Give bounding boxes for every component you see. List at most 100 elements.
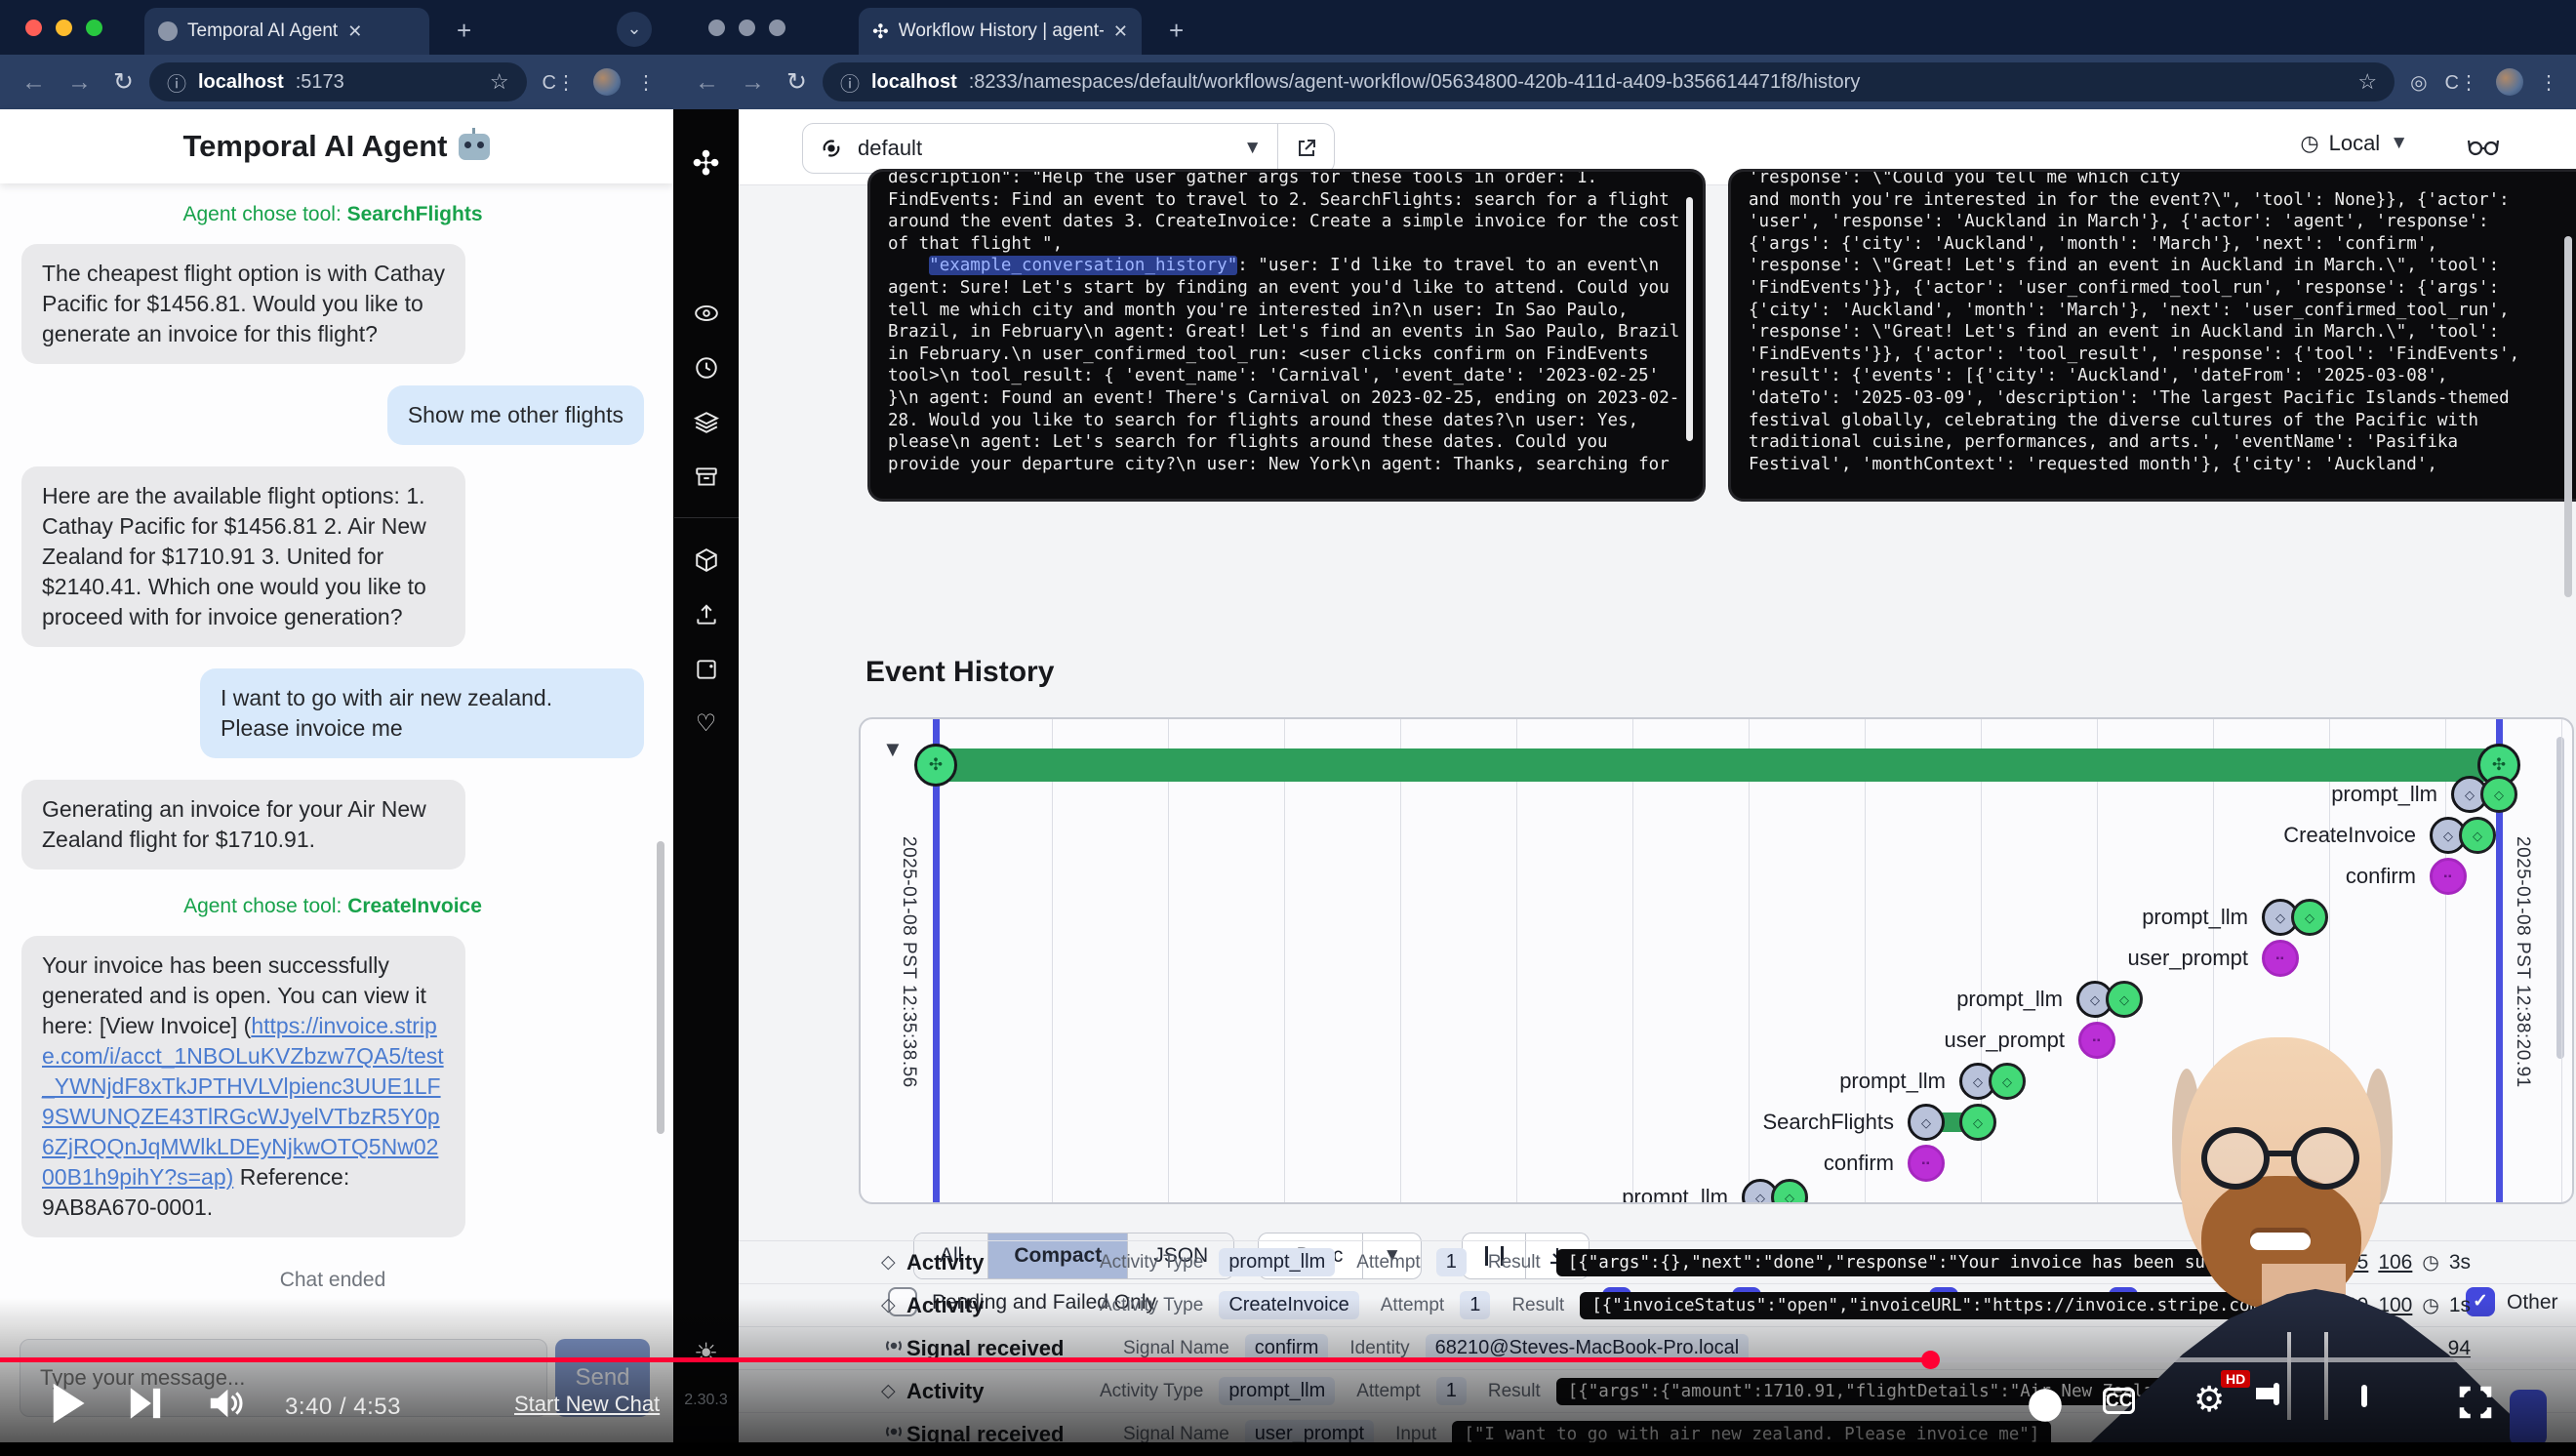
activity-completed-marker[interactable]: ◇ (1959, 1104, 1996, 1141)
agent-message[interactable]: Here are the available flight options: 1… (21, 466, 465, 647)
batch-operations-icon[interactable] (694, 410, 719, 435)
forward-button[interactable]: → (741, 68, 765, 97)
feedback-heart-icon[interactable]: ♡ (694, 711, 719, 737)
workflow-result-json-panel[interactable]: 'response': \"Could you tell me which ci… (1728, 169, 2576, 502)
start-new-chat-link[interactable]: Start New Chat (514, 1392, 660, 1417)
minimize-window-button[interactable] (56, 20, 72, 36)
activity-completed-marker[interactable]: ◇ (2480, 776, 2517, 813)
timeline-scrollbar[interactable] (2556, 737, 2564, 1059)
profile-avatar[interactable] (2496, 68, 2523, 96)
labs-mode-toggle[interactable] (2467, 131, 2500, 165)
collapse-timeline-icon[interactable]: ▼ (882, 737, 904, 762)
video-progress-handle[interactable] (1921, 1351, 1940, 1369)
namespaces-icon[interactable] (694, 547, 719, 573)
fullscreen-button[interactable] (2455, 1382, 2496, 1428)
close-window-button[interactable] (708, 20, 725, 36)
bookmark-star-icon[interactable]: ☆ (490, 69, 509, 95)
chevron-down-icon: ▼ (2390, 133, 2408, 154)
hd-badge: HD (2221, 1370, 2250, 1388)
code-line: tool>\n tool_result: { 'event_name': 'Ca… (888, 365, 1685, 387)
code-line: 'response': \"Great! Let's find an event… (1749, 255, 2576, 277)
activity-completed-marker[interactable]: ◇ (2106, 981, 2143, 1018)
close-tab-icon[interactable]: ✕ (1113, 21, 1128, 42)
captions-button[interactable]: CC (2103, 1386, 2135, 1416)
password-manager-icon[interactable]: ◎ (2410, 70, 2427, 95)
signal-event-marker[interactable]: ▪▪ (2430, 858, 2467, 895)
activity-completed-marker[interactable]: ◇ (2459, 817, 2496, 854)
zoom-window-button[interactable] (86, 20, 102, 36)
agent-message[interactable]: The cheapest flight option is with Catha… (21, 244, 465, 364)
activity-scheduled-marker[interactable]: ◇ (1908, 1104, 1945, 1141)
new-tab-button[interactable]: + (457, 16, 471, 46)
activity-completed-marker[interactable]: ◇ (2291, 899, 2328, 936)
close-tab-icon[interactable]: ✕ (347, 21, 362, 42)
reload-button[interactable]: ↻ (786, 67, 807, 97)
agent-message[interactable]: Your invoice has been successfully gener… (21, 936, 465, 1237)
code-line: 28. Would you like to search for flights… (888, 410, 1685, 432)
code-panel-scrollbar[interactable] (1686, 197, 1693, 441)
field-label: Result (1488, 1252, 1541, 1274)
browser-tab[interactable]: ✣ Workflow History | agent-wor ✕ (859, 8, 1142, 55)
site-info-icon[interactable]: ⓘ (840, 68, 860, 97)
theater-icon (2361, 1385, 2367, 1407)
site-info-icon[interactable]: ⓘ (167, 68, 186, 97)
archival-icon[interactable] (694, 465, 719, 490)
extension-icon[interactable]: C⋮ (543, 70, 576, 95)
workflow-input-json-panel[interactable]: description": "Help the user gather args… (867, 169, 1706, 502)
back-button[interactable]: ← (21, 68, 46, 97)
temporal-logo-icon[interactable]: ✣ (692, 144, 720, 183)
code-line: description": "Help the user gather args… (888, 169, 1685, 189)
next-button[interactable] (129, 1386, 162, 1426)
extension-icon[interactable]: C⋮ (2445, 70, 2478, 95)
zoom-window-button[interactable] (769, 20, 785, 36)
timeline-gridline (1052, 719, 1053, 1202)
agent-message[interactable]: Generating an invoice for your Air New Z… (21, 780, 465, 870)
signal-event-marker[interactable]: ▪▪ (2262, 940, 2299, 977)
workflows-icon[interactable] (694, 301, 719, 326)
chat-scrollbar[interactable] (657, 841, 664, 1134)
user-message[interactable]: I want to go with air new zealand. Pleas… (200, 668, 644, 758)
code-line: 'result': {'events': [{'city': 'Auckland… (1749, 365, 2576, 387)
profile-avatar[interactable] (593, 68, 621, 96)
browser-tab[interactable]: Temporal AI Agent ✕ (144, 8, 429, 55)
traffic-lights-inactive[interactable] (708, 20, 785, 36)
forward-button[interactable]: → (67, 68, 92, 97)
settings-button[interactable]: ⚙ HD (2194, 1382, 2225, 1417)
minimize-window-button[interactable] (739, 20, 755, 36)
bookmark-star-icon[interactable]: ☆ (2357, 69, 2377, 95)
activity-completed-marker[interactable]: ◇ (1771, 1179, 1808, 1204)
address-bar[interactable]: ⓘ localhost:8233/namespaces/default/work… (823, 62, 2395, 101)
tab-overflow-button[interactable]: ⌄ (617, 12, 652, 47)
code-line: 'FindEvents'}}, {'actor': 'user_confirme… (1749, 277, 2576, 300)
timeline-start-timestamp: 2025-01-08 PST 12:35:38.56 (898, 836, 919, 1088)
page-scrollbar[interactable] (2564, 236, 2572, 597)
open-namespace-button[interactable] (1278, 123, 1335, 174)
play-button[interactable] (49, 1382, 86, 1430)
autoplay-toggle[interactable] (2028, 1388, 2063, 1428)
new-tab-button[interactable]: + (1169, 16, 1184, 46)
user-message[interactable]: Show me other flights (387, 385, 644, 445)
close-window-button[interactable] (25, 20, 42, 36)
timeline-event-label: SearchFlights (1762, 1110, 1894, 1135)
volume-icon[interactable] (209, 1386, 248, 1426)
browser-menu-icon[interactable]: ⋮ (2539, 70, 2558, 95)
back-button[interactable]: ← (695, 68, 719, 97)
namespace-selector[interactable]: default ▼ (802, 123, 1278, 174)
activity-completed-marker[interactable]: ◇ (1989, 1063, 2026, 1100)
docs-icon[interactable] (694, 657, 719, 682)
workflow-start-node[interactable]: ✣ (914, 744, 957, 787)
theater-mode-button[interactable] (2361, 1388, 2367, 1405)
traffic-lights[interactable] (25, 20, 102, 36)
signal-event-marker[interactable]: ▪▪ (1908, 1145, 1945, 1182)
invoice-link[interactable]: https://invoice.stripe.com/i/acct_1NBOLu… (42, 1013, 444, 1190)
address-bar[interactable]: ⓘ localhost:5173 ☆ (149, 62, 527, 101)
browser-menu-icon[interactable]: ⋮ (636, 70, 656, 95)
reload-button[interactable]: ↻ (113, 67, 134, 97)
schedules-icon[interactable] (694, 355, 719, 381)
message-row: Generating an invoice for your Air New Z… (21, 780, 644, 891)
code-line: tell me which city and month you're inte… (888, 300, 1685, 322)
timezone-selector[interactable]: ◷ Local ▼ (2300, 131, 2408, 156)
chat-ended-status: Chat ended (21, 1269, 644, 1292)
import-icon[interactable] (694, 602, 719, 627)
miniplayer-button[interactable] (2274, 1386, 2279, 1403)
